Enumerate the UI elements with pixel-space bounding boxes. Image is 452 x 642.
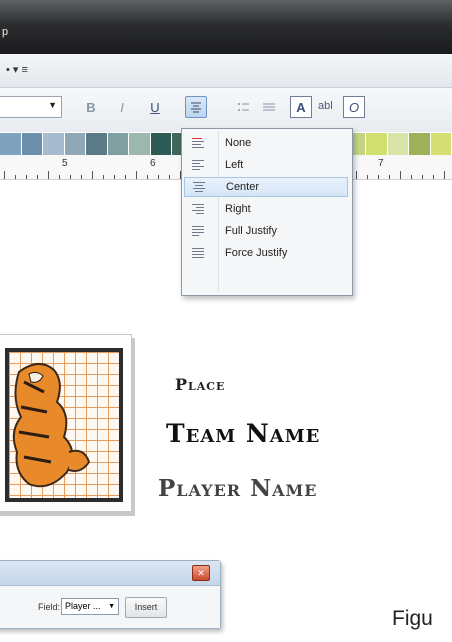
align-none-icon [192, 136, 208, 150]
abl-icon[interactable]: abl [318, 100, 333, 112]
ruler-label: 5 [62, 158, 68, 169]
ruler-tick [422, 175, 423, 179]
align-force-justify-icon [192, 246, 208, 260]
align-center-icon [193, 180, 209, 194]
drop-cap-icon [263, 103, 275, 111]
color-swatch[interactable] [21, 133, 44, 155]
menu-item-none[interactable]: None [184, 133, 348, 153]
color-swatch[interactable] [43, 133, 65, 155]
ruler-tick [125, 175, 126, 179]
color-swatch[interactable] [129, 133, 151, 155]
character-icon: O [348, 99, 360, 115]
ruler-tick [59, 175, 60, 179]
text-frame-icon: A [296, 99, 306, 115]
color-swatch[interactable] [86, 133, 108, 155]
ruler-tick [356, 171, 357, 179]
chevron-down-icon: ▼ [108, 603, 115, 610]
ruler-tick [37, 175, 38, 179]
field-select-value: Player ... [65, 601, 101, 611]
menu-item-force-justify[interactable]: Force Justify [184, 243, 348, 263]
insert-button[interactable]: Insert [125, 597, 167, 618]
bullet-list-icon [238, 103, 249, 111]
ruler-tick [169, 175, 170, 179]
field-select[interactable]: Player ... ▼ [61, 598, 119, 615]
ruler-tick [15, 175, 16, 179]
text-frame-button[interactable]: A [290, 96, 312, 118]
character-button[interactable]: O [343, 96, 365, 118]
alignment-button[interactable] [185, 96, 207, 118]
chevron-down-icon[interactable]: ▼ [48, 100, 57, 110]
menu-item-right[interactable]: Right [184, 199, 348, 219]
menu-item-label: Center [226, 181, 260, 193]
standard-toolbar: • ▾ ≡ [0, 54, 452, 88]
field-label: Field: [38, 602, 61, 612]
ruler-tick [378, 175, 379, 179]
text-toolbar [0, 88, 452, 132]
color-swatch[interactable] [409, 133, 431, 155]
ruler-label: 7 [378, 158, 384, 169]
ruler-tick [389, 175, 390, 179]
font-size-combo[interactable]: ▼ [0, 96, 62, 118]
ruler-tick [444, 171, 445, 179]
bold-button[interactable]: B [80, 96, 102, 118]
menu-item-label: Right [225, 203, 251, 215]
ruler-tick [103, 175, 104, 179]
ruler-tick [70, 175, 71, 179]
team-photo-frame [0, 334, 132, 512]
ruler-tick [411, 175, 412, 179]
ruler-tick [433, 175, 434, 179]
underline-button[interactable]: U [144, 96, 166, 118]
underline-icon: U [150, 99, 160, 115]
team-name-text[interactable]: Team Name [166, 419, 320, 448]
color-swatch[interactable] [64, 133, 87, 155]
align-justify-icon [192, 224, 208, 238]
italic-button[interactable]: I [111, 96, 133, 118]
ruler-tick [367, 175, 368, 179]
menu-item-left[interactable]: Left [184, 155, 348, 175]
menu-item-label: Full Justify [225, 225, 277, 237]
bullet-list-button[interactable] [232, 96, 254, 118]
dialog-body: Field: Player ... ▼ Insert [0, 586, 220, 628]
window-title: p [2, 26, 9, 38]
ruler-tick [136, 171, 137, 179]
align-left-icon [192, 158, 208, 172]
toolbar-overflow[interactable]: • ▾ ≡ [6, 63, 28, 76]
window-titlebar: p [0, 0, 452, 55]
player-name-text[interactable]: Player Name [158, 475, 317, 502]
ruler-tick [4, 171, 5, 179]
ruler-tick [81, 175, 82, 179]
menu-item-center[interactable]: Center [184, 177, 348, 197]
drop-cap-button[interactable] [258, 96, 280, 118]
ruler-label: 6 [150, 158, 156, 169]
ruler-tick [26, 175, 27, 179]
italic-icon: I [120, 99, 124, 115]
dialog-header: ✕ [0, 561, 220, 586]
ruler-tick [147, 175, 148, 179]
align-center-icon [191, 102, 201, 113]
color-swatch[interactable] [366, 133, 388, 155]
menu-item-label: Left [225, 159, 244, 171]
color-swatch[interactable] [0, 133, 22, 155]
ruler-tick [48, 171, 49, 179]
place-text[interactable]: Place [175, 375, 225, 394]
menu-item-label: Force Justify [225, 247, 288, 259]
color-swatch[interactable] [107, 133, 130, 155]
align-right-icon [192, 202, 208, 216]
menu-item-label: None [225, 137, 252, 149]
tiger-mascot-image [5, 348, 123, 502]
color-swatch[interactable] [430, 133, 452, 155]
bold-icon: B [86, 99, 96, 115]
print-merge-dialog: ✕ Field: Player ... ▼ Insert [0, 560, 221, 629]
tiger-icon [12, 363, 91, 488]
color-swatch[interactable] [387, 133, 410, 155]
close-icon[interactable]: ✕ [192, 565, 210, 581]
ruler-tick [158, 175, 159, 179]
alignment-menu: None Left Center Right Full Justify Forc… [181, 128, 353, 296]
ruler-tick [400, 171, 401, 179]
menu-item-full-justify[interactable]: Full Justify [184, 221, 348, 241]
ruler-tick [114, 175, 115, 179]
ruler-tick [92, 171, 93, 179]
color-swatch[interactable] [150, 133, 173, 155]
figure-caption: Figu [392, 607, 433, 630]
